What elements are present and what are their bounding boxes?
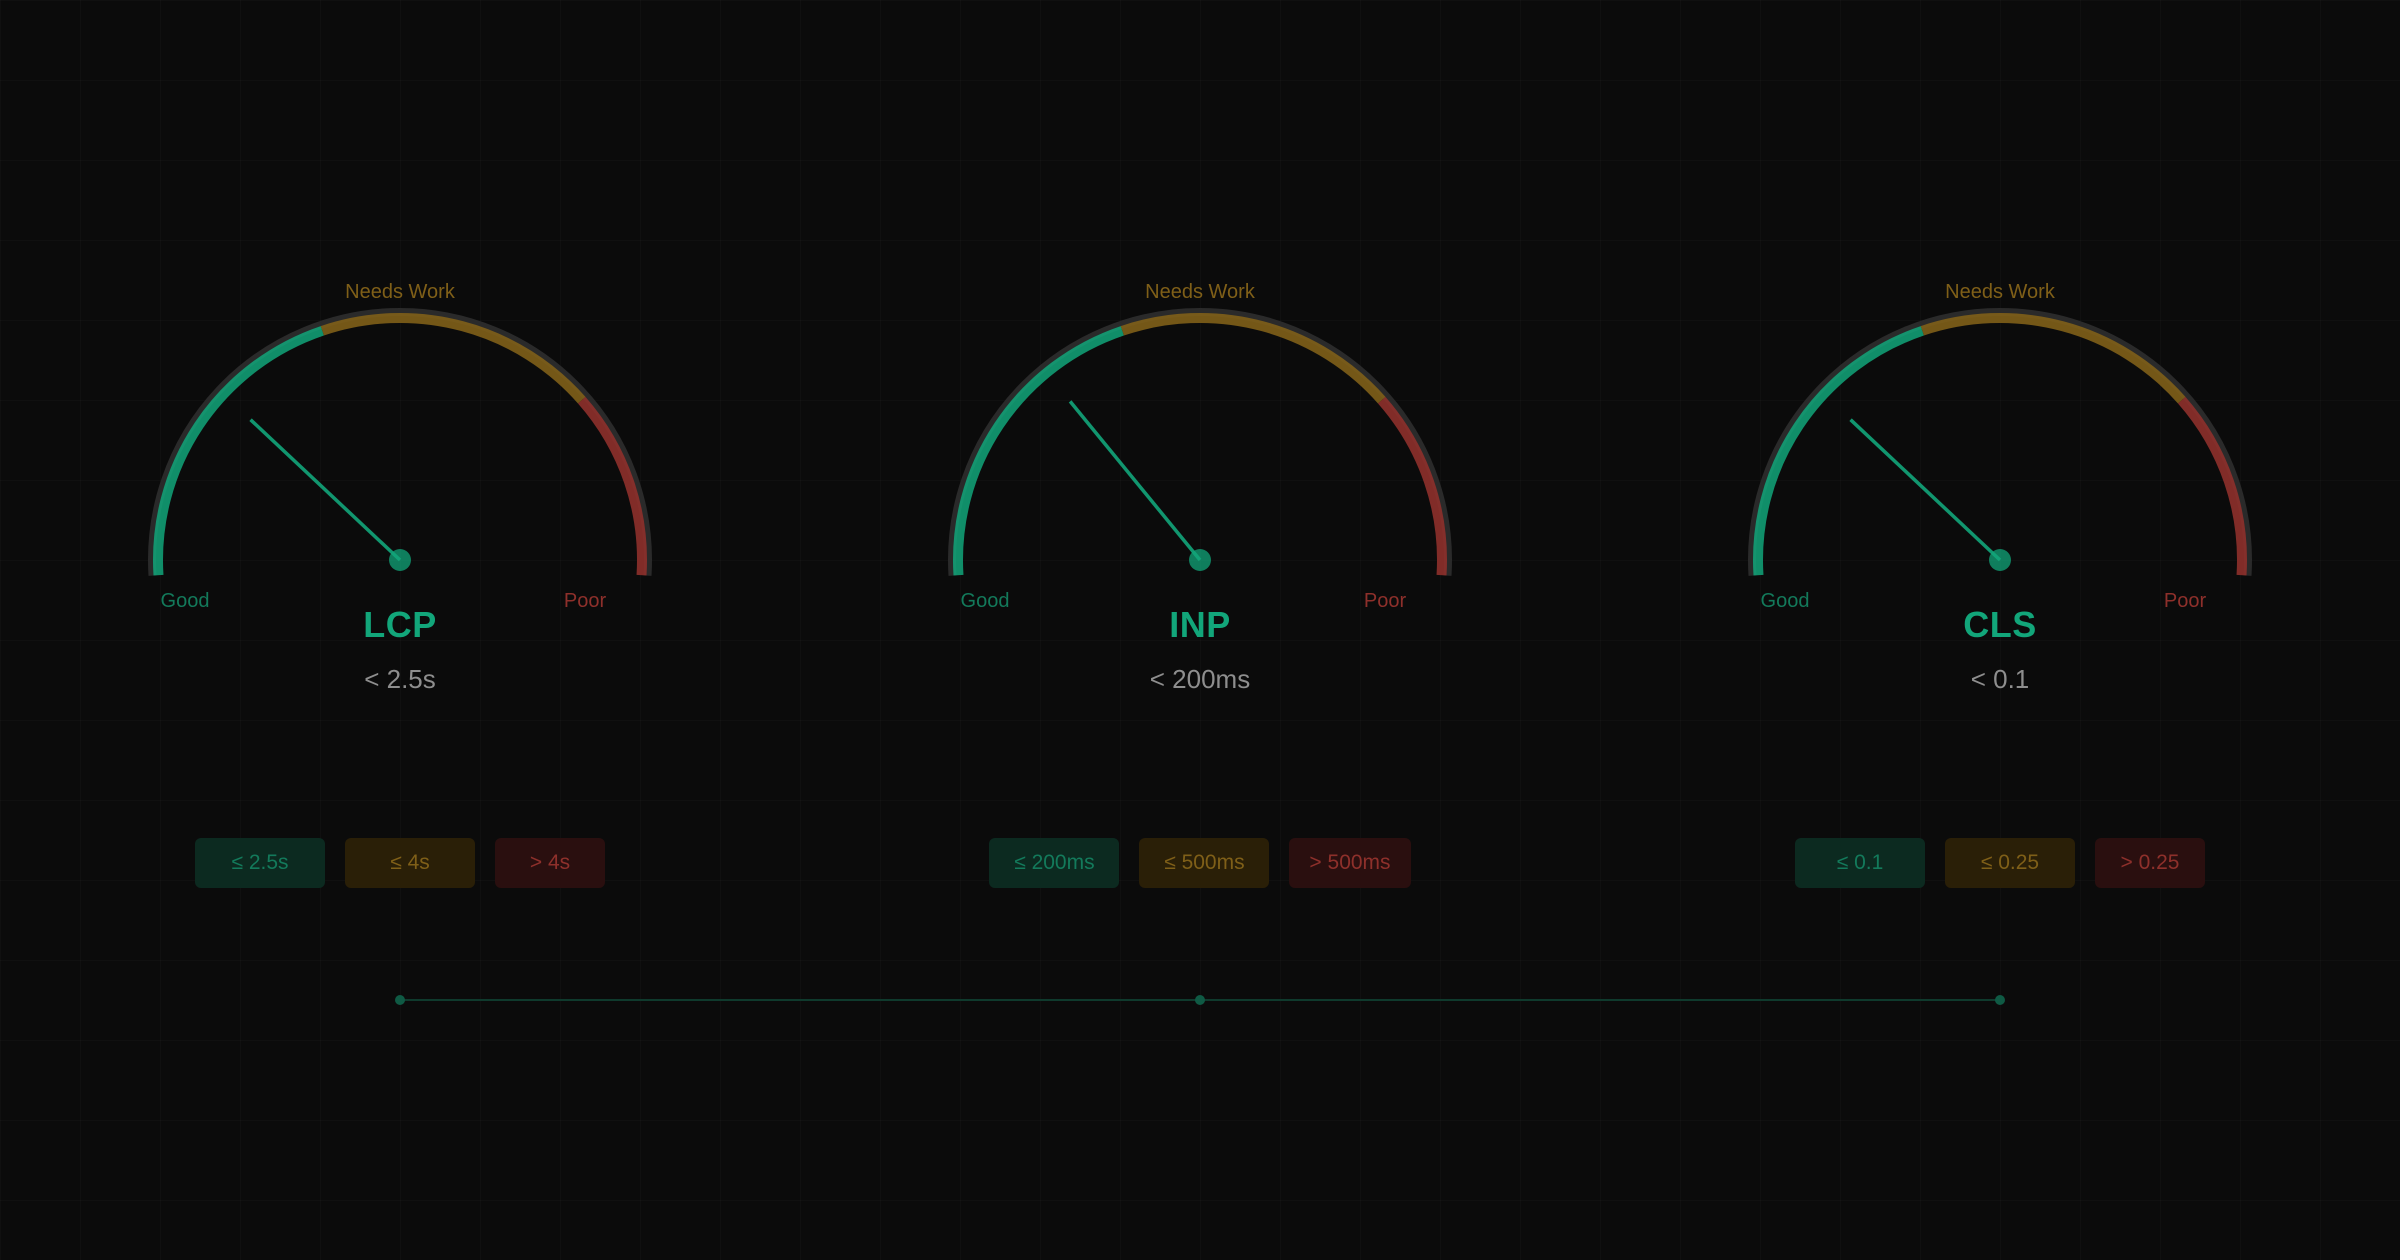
needs-work-label: Needs Work <box>345 281 455 303</box>
connector-node-lcp <box>395 995 405 1005</box>
gauge-needle <box>1849 418 2002 562</box>
threshold-good-chip: ≤ 200ms <box>989 838 1120 888</box>
gauge-lcp: Needs Work Good Poor LCP < 2.5s ≤ 2.5s ≤… <box>120 260 680 888</box>
gauge-track <box>148 307 652 576</box>
gauge-cls: Needs Work Good Poor CLS < 0.1 ≤ 0.1 ≤ 0… <box>1720 260 2280 888</box>
metric-target: < 0.1 <box>1970 664 2030 694</box>
needs-work-label: Needs Work <box>1945 281 2055 303</box>
gauge-needle <box>1068 400 1202 562</box>
threshold-chips: ≤ 200ms ≤ 500ms > 500ms <box>920 838 1480 888</box>
threshold-needs-work-chip: ≤ 500ms <box>1139 838 1270 888</box>
gauge-needle <box>249 418 402 562</box>
gauge-segment-needs-work <box>1920 313 2186 404</box>
connector-node-inp <box>1195 995 1205 1005</box>
needs-work-label: Needs Work <box>1145 281 1255 303</box>
threshold-good-chip: ≤ 2.5s <box>195 838 325 888</box>
threshold-chips: ≤ 0.1 ≤ 0.25 > 0.25 <box>1720 838 2280 888</box>
gauge-dial <box>1748 307 2252 576</box>
gauge-track <box>1748 307 2252 576</box>
gauge-dial <box>148 307 652 576</box>
gauge-inp: Needs Work Good Poor INP < 200ms ≤ 200ms… <box>920 260 1480 888</box>
metric-target: < 2.5s <box>364 664 436 694</box>
threshold-needs-work-chip: ≤ 0.25 <box>1945 838 2075 888</box>
gauge-dial <box>948 307 1452 576</box>
gauge-needle-hub <box>1189 549 1211 571</box>
dashboard-canvas: Needs Work Good Poor LCP < 2.5s ≤ 2.5s ≤… <box>0 0 2400 1260</box>
gauge-segment-needs-work <box>1120 313 1386 404</box>
threshold-good-chip: ≤ 0.1 <box>1795 838 1925 888</box>
threshold-chips: ≤ 2.5s ≤ 4s > 4s <box>120 838 680 888</box>
threshold-poor-chip: > 0.25 <box>2095 838 2205 888</box>
threshold-poor-chip: > 500ms <box>1289 838 1411 888</box>
gauge-needle-hub <box>389 549 411 571</box>
metric-target: < 200ms <box>1149 664 1251 694</box>
gauge-segment-needs-work <box>320 313 586 404</box>
metric-name: CLS <box>1963 604 2037 645</box>
gauge-track <box>948 307 1452 576</box>
threshold-poor-chip: > 4s <box>495 838 605 888</box>
metric-name: LCP <box>363 604 437 645</box>
metric-name: INP <box>1169 604 1231 645</box>
threshold-needs-work-chip: ≤ 4s <box>345 838 475 888</box>
connector-node-cls <box>1995 995 2005 1005</box>
gauge-needle-hub <box>1989 549 2011 571</box>
